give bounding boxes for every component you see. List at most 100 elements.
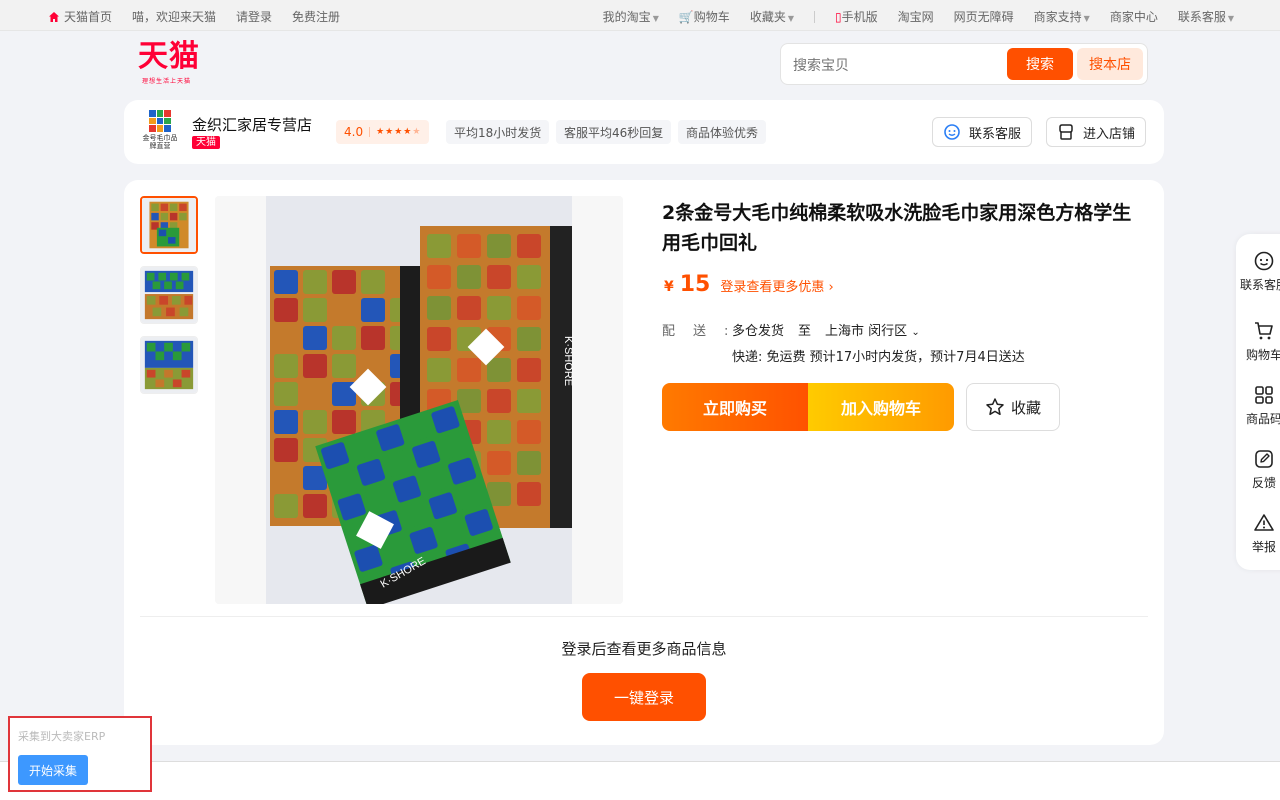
thumbnail-2[interactable] [140, 266, 198, 324]
login-promo-link[interactable]: 登录查看更多优惠 › [720, 276, 833, 295]
float-cart[interactable]: 购物车 [1236, 320, 1280, 363]
search-store-button[interactable]: 搜本店 [1077, 48, 1143, 80]
ship-to-word: 至 [798, 324, 812, 339]
login-link[interactable]: 请登录 [236, 8, 272, 25]
float-contact-label: 联系客服 [1239, 278, 1280, 292]
shop-name[interactable]: 金织汇家居专营店 [192, 114, 312, 135]
cart-icon [1255, 322, 1273, 340]
home-icon [49, 11, 59, 22]
buy-now-button[interactable]: 立即购买 [662, 383, 808, 431]
float-product-code[interactable]: 商品码 [1236, 384, 1280, 427]
divider [140, 616, 1148, 617]
promo-label: 登录查看更多优惠 [720, 280, 825, 295]
shipping-detail: 快递: 免运费 预计17小时内发货，预计7月4日送达 [732, 350, 1025, 365]
ship-destination-select[interactable]: 上海市 闵行区 ⌄ [825, 320, 920, 339]
ship-from: 多仓发货 [732, 324, 785, 339]
chevron-down-icon: ⌄ [911, 327, 920, 338]
towel-thumbnail-image [141, 337, 197, 393]
edit-icon [1255, 450, 1273, 468]
phone-icon: ▯ [834, 10, 842, 24]
chevron-down-icon: ▼ [787, 14, 794, 23]
shop-logo-mark [149, 110, 171, 132]
enter-store-label: 进入店铺 [1083, 126, 1136, 142]
cart-label: 购物车 [693, 10, 730, 24]
product-main-image[interactable]: K·SHORE K·SHORE [215, 196, 623, 604]
favorite-label: 收藏 [1010, 398, 1041, 417]
thumbnail-3[interactable] [140, 336, 198, 394]
price-row: ¥ 15 登录查看更多优惠 › [664, 272, 834, 297]
erp-collect-widget: 采集到大卖家ERP 开始采集 [8, 716, 152, 792]
towel-photo: K·SHOREK·SHORE [215, 196, 623, 604]
register-link[interactable]: 免费注册 [292, 8, 340, 25]
merchant-center-link[interactable]: 商家中心 [1110, 8, 1158, 25]
search-box: 搜索 搜本店 [780, 43, 1148, 85]
shipping-info: 多仓发货 至 上海市 闵行区 ⌄ [732, 320, 920, 339]
float-report-label: 举报 [1251, 540, 1276, 554]
favorites-menu[interactable]: 收藏夹 ▼ [750, 8, 794, 25]
welcome-text: 喵，欢迎来天猫 [132, 10, 217, 24]
tmall-badge: 天猫 [192, 136, 220, 149]
merchant-support-menu[interactable]: 商家支持 ▼ [1034, 8, 1090, 25]
search-input[interactable] [793, 54, 993, 76]
star-icon [986, 398, 1004, 416]
towel-thumbnail-image [141, 267, 197, 323]
favorite-button[interactable]: 收藏 [966, 383, 1060, 431]
product-card: K·SHORE K·SHORE 2条金号大毛巾纯棉柔软吸水洗脸毛巾家用深色方格学生… [124, 180, 1164, 745]
chevron-down-icon: ▼ [1227, 14, 1234, 23]
float-contact-service[interactable]: 联系客服 [1236, 250, 1280, 293]
tmall-logo[interactable]: 天猫 理想生活上天猫 [138, 40, 210, 86]
merchant-support-label: 商家支持 [1033, 10, 1082, 24]
mobile-link[interactable]: ▯手机版 [835, 8, 878, 25]
shop-tag-service: 客服平均46秒回复 [556, 120, 672, 144]
contact-menu[interactable]: 联系客服 ▼ [1178, 8, 1234, 25]
float-cart-label: 购物车 [1245, 348, 1280, 362]
chat-smile-icon [1254, 251, 1274, 271]
start-collect-button[interactable]: 开始采集 [18, 755, 88, 785]
enter-store-button[interactable]: 进入店铺 [1046, 117, 1147, 147]
rating-value: 4.0 [344, 125, 364, 139]
float-product-code-label: 商品码 [1245, 412, 1280, 426]
divider [369, 127, 371, 137]
divider [813, 10, 815, 23]
home-label: 天猫首页 [64, 10, 113, 24]
erp-label: 采集到大卖家ERP [18, 730, 106, 743]
favorites-label: 收藏夹 [749, 10, 786, 24]
float-report[interactable]: 举报 [1236, 512, 1280, 555]
store-icon [1059, 124, 1073, 140]
float-feedback-label: 反馈 [1251, 476, 1276, 490]
right-float-toolbar: 联系客服 购物车 商品码 反馈 举报 [1236, 234, 1280, 570]
contact-label: 联系客服 [1177, 10, 1226, 24]
ship-destination-label: 上海市 闵行区 [825, 324, 908, 339]
shop-bar: 金号毛巾品牌直营 金织汇家居专营店 天猫 4.0 ★★★★★ 平均18小时发货 … [124, 100, 1164, 164]
one-click-login-button[interactable]: 一键登录 [582, 673, 706, 721]
smile-chat-icon [944, 124, 960, 140]
currency-symbol: ¥ [664, 279, 674, 295]
tmall-home-link[interactable]: 天猫首页 [48, 8, 112, 25]
star-rating-icon: ★★★★★ [376, 127, 422, 137]
add-to-cart-button[interactable]: 加入购物车 [808, 383, 954, 431]
cart-link[interactable]: 🛒购物车 [679, 8, 730, 25]
top-nav-bar: 天猫首页 喵，欢迎来天猫 请登录 免费注册 我的淘宝 ▼ 🛒购物车 收藏夹 ▼ ▯手… [0, 0, 1280, 31]
shop-tag-experience: 商品体验优秀 [678, 120, 767, 144]
search-button[interactable]: 搜索 [1007, 48, 1073, 80]
my-taobao-menu[interactable]: 我的淘宝 ▼ [603, 8, 659, 25]
accessible-link[interactable]: 网页无障碍 [954, 8, 1014, 25]
shop-logo[interactable]: 金号毛巾品牌直营 [140, 110, 180, 154]
contact-service-label: 联系客服 [969, 126, 1022, 142]
shop-rating: 4.0 ★★★★★ [336, 120, 430, 144]
shop-tag-shipping: 平均18小时发货 [446, 120, 550, 144]
chevron-right-icon: › [828, 280, 834, 295]
product-title: 2条金号大毛巾纯棉柔软吸水洗脸毛巾家用深色方格学生用毛巾回礼 [662, 202, 1132, 254]
bottom-strip [0, 762, 1280, 800]
float-feedback[interactable]: 反馈 [1236, 448, 1280, 491]
my-taobao-label: 我的淘宝 [602, 10, 651, 24]
contact-service-button[interactable]: 联系客服 [932, 117, 1033, 147]
thumbnail-1[interactable] [140, 196, 198, 254]
logo-slogan: 理想生活上天猫 [142, 78, 192, 85]
chevron-down-icon: ▼ [652, 14, 659, 23]
warning-icon [1254, 514, 1274, 531]
cart-icon: 🛒 [678, 10, 694, 24]
login-tip-text: 登录后查看更多商品信息 [561, 640, 727, 658]
chevron-down-icon: ▼ [1083, 14, 1090, 23]
taobao-link[interactable]: 淘宝网 [898, 8, 934, 25]
